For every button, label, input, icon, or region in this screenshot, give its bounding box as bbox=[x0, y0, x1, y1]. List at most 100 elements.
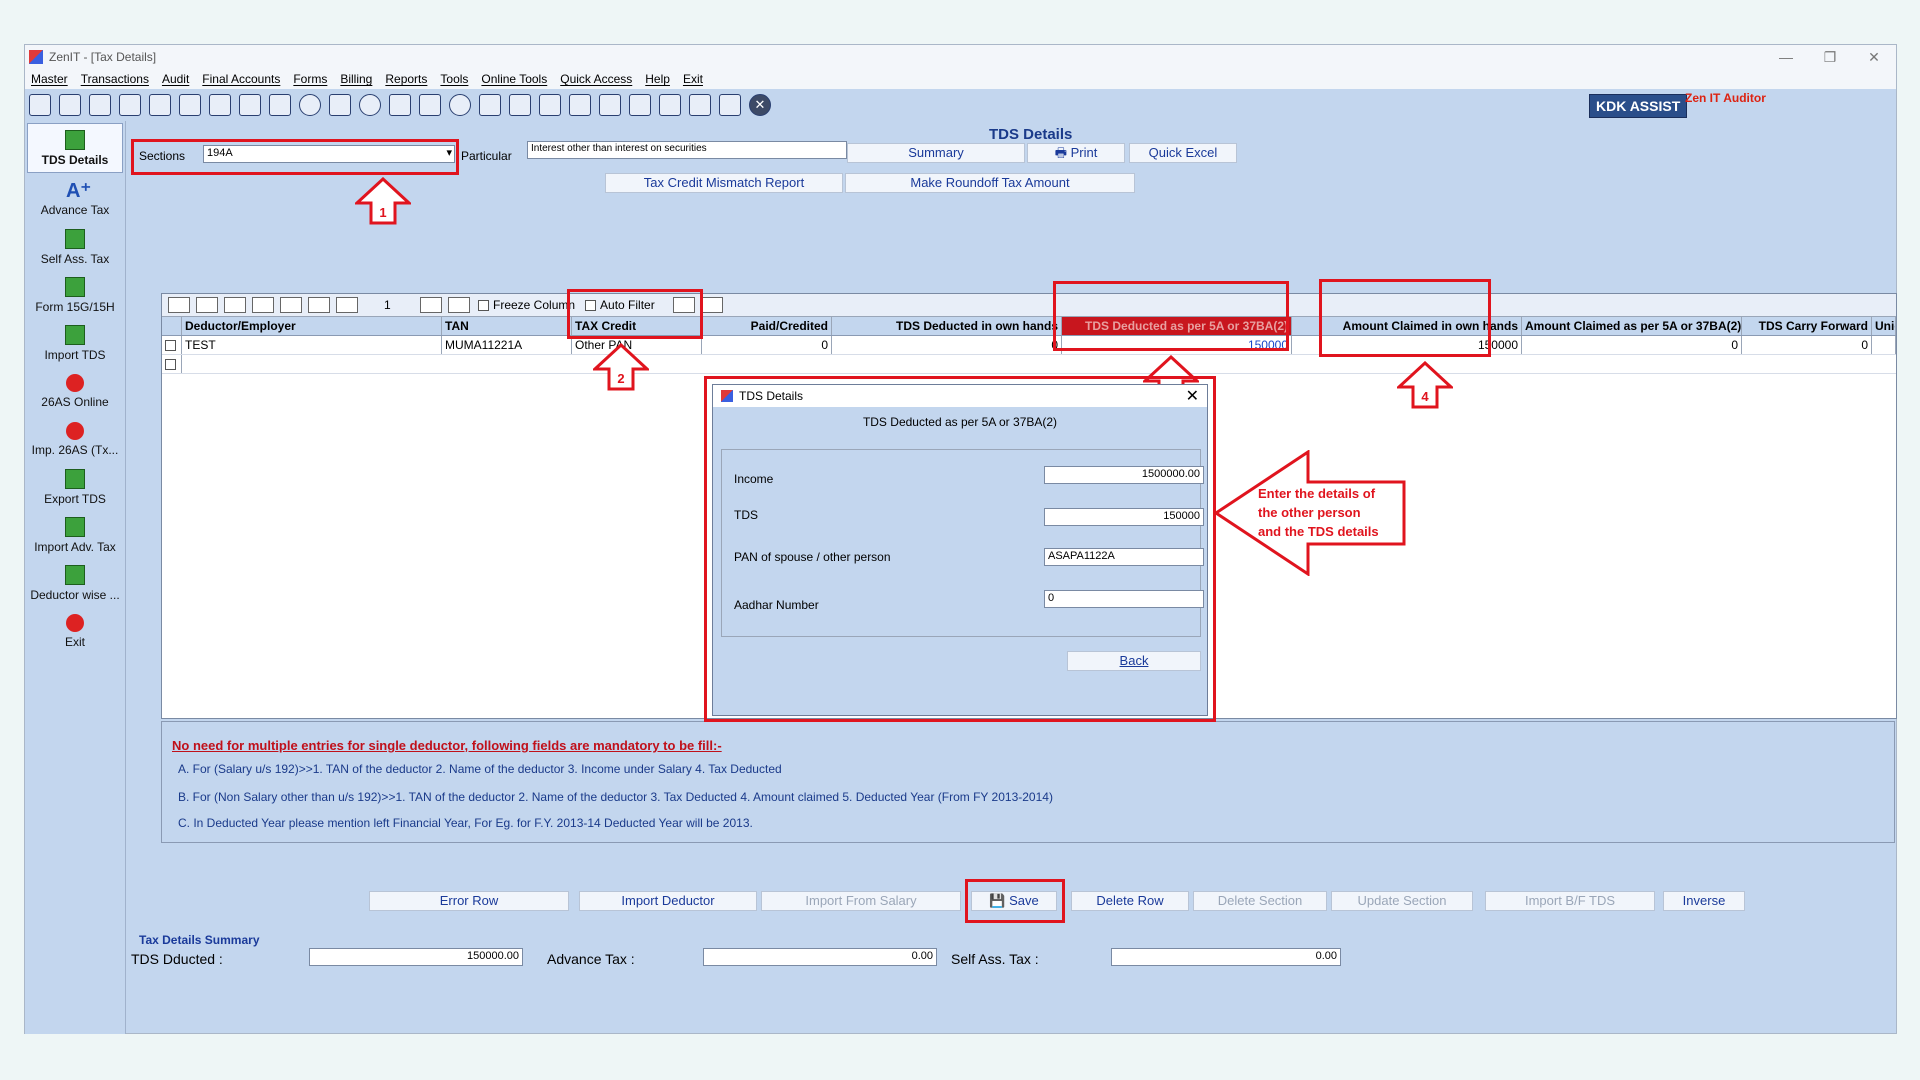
sidebar-item-exit[interactable]: Exit bbox=[25, 607, 125, 655]
toolbar-building-icon[interactable] bbox=[89, 94, 111, 116]
kdk-assist-button[interactable]: KDK ASSIST bbox=[1589, 94, 1688, 118]
chevron-down-icon[interactable]: ▾ bbox=[446, 146, 452, 159]
menu-tools[interactable]: Tools bbox=[440, 72, 468, 86]
toolbar-filter-icon[interactable] bbox=[239, 94, 261, 116]
close-button[interactable]: ✕ bbox=[1852, 49, 1896, 66]
sidebar-item-import-adv-tax[interactable]: Import Adv. Tax bbox=[25, 511, 125, 559]
toolbar-tools-icon[interactable] bbox=[209, 94, 231, 116]
grid-sort-icon[interactable] bbox=[280, 297, 302, 313]
toolbar-pay-icon[interactable] bbox=[389, 94, 411, 116]
sidebar-item-advance-tax[interactable]: A⁺ Advance Tax bbox=[25, 175, 125, 223]
toolbar-tax-icon[interactable] bbox=[269, 94, 291, 116]
cell-tan[interactable]: MUMA11221A bbox=[442, 336, 572, 354]
cell-tds-5a[interactable]: 150000 bbox=[1062, 336, 1292, 354]
menu-final-accounts[interactable]: Final Accounts bbox=[202, 72, 280, 86]
grid-first-icon[interactable] bbox=[308, 297, 330, 313]
delete-row-button[interactable]: Delete Row bbox=[1071, 891, 1189, 911]
toolbar-users-icon[interactable] bbox=[179, 94, 201, 116]
toolbar-close-icon[interactable]: ✕ bbox=[749, 94, 771, 116]
toolbar-calculator-icon[interactable] bbox=[329, 94, 351, 116]
table-row[interactable]: TEST MUMA11221A Other PAN 0 0 150000 150… bbox=[162, 336, 1896, 355]
sidebar-item-form-15g-15h[interactable]: Form 15G/15H bbox=[25, 271, 125, 319]
self-ass-tax-field[interactable]: 0.00 bbox=[1111, 948, 1341, 966]
error-row-button[interactable]: Error Row bbox=[369, 891, 569, 911]
sidebar-item-deductor-wise[interactable]: Deductor wise ... bbox=[25, 559, 125, 607]
freeze-column-checkbox[interactable] bbox=[478, 299, 489, 311]
cell-tds-own-hands[interactable]: 0 bbox=[832, 336, 1062, 354]
menu-audit[interactable]: Audit bbox=[162, 72, 189, 86]
menu-online-tools[interactable]: Online Tools bbox=[481, 72, 547, 86]
row-checkbox[interactable] bbox=[165, 340, 176, 352]
sidebar-item-imp-26as[interactable]: Imp. 26AS (Tx... bbox=[25, 415, 125, 463]
toolbar-bank-icon[interactable] bbox=[659, 94, 681, 116]
toolbar-form-icon[interactable] bbox=[719, 94, 741, 116]
toolbar-media-icon[interactable] bbox=[299, 94, 321, 116]
tds-deducted-field[interactable]: 150000.00 bbox=[309, 948, 523, 966]
toolbar-bs-icon[interactable] bbox=[629, 94, 651, 116]
header-tds-carry-forward[interactable]: TDS Carry Forward bbox=[1742, 317, 1872, 335]
toolbar-3cd-icon[interactable] bbox=[689, 94, 711, 116]
toolbar-chart-icon[interactable] bbox=[119, 94, 141, 116]
import-deductor-button[interactable]: Import Deductor bbox=[579, 891, 757, 911]
grid-print-icon[interactable] bbox=[224, 297, 246, 313]
sidebar-item-26as-online[interactable]: 26AS Online bbox=[25, 367, 125, 415]
header-tax-credit[interactable]: TAX Credit bbox=[572, 317, 702, 335]
make-roundoff-button[interactable]: Make Roundoff Tax Amount bbox=[845, 173, 1135, 193]
inverse-button[interactable]: Inverse bbox=[1663, 891, 1745, 911]
tax-credit-mismatch-button[interactable]: Tax Credit Mismatch Report bbox=[605, 173, 843, 193]
cell-deductor[interactable]: TEST bbox=[182, 336, 442, 354]
particular-field[interactable]: Interest other than interest on securiti… bbox=[527, 141, 847, 159]
menu-exit[interactable]: Exit bbox=[683, 72, 703, 86]
toolbar-shield-icon[interactable] bbox=[569, 94, 591, 116]
header-claimed-own[interactable]: Amount Claimed in own hands bbox=[1292, 317, 1522, 335]
cell-paid-credited[interactable]: 0 bbox=[702, 336, 832, 354]
cell-tds-carry-forward[interactable]: 0 bbox=[1742, 336, 1872, 354]
grid-prev-icon[interactable] bbox=[336, 297, 358, 313]
zen-it-auditor-link[interactable]: Zen IT Auditor bbox=[1685, 91, 1766, 105]
toolbar-book-icon[interactable] bbox=[419, 94, 441, 116]
header-tds-5a[interactable]: TDS Deducted as per 5A or 37BA(2) bbox=[1062, 317, 1292, 335]
grid-last-icon[interactable] bbox=[448, 297, 470, 313]
header-tds-own-hands[interactable]: TDS Deducted in own hands bbox=[832, 317, 1062, 335]
table-row-empty[interactable] bbox=[162, 355, 1896, 374]
menu-quick-access[interactable]: Quick Access bbox=[560, 72, 632, 86]
toolbar-info-icon[interactable] bbox=[449, 94, 471, 116]
print-button[interactable]: 🖶 Print bbox=[1027, 143, 1125, 163]
sidebar-item-self-ass-tax[interactable]: Self Ass. Tax bbox=[25, 223, 125, 271]
sections-select[interactable]: 194A ▾ bbox=[203, 145, 455, 163]
toolbar-calendar-icon[interactable] bbox=[539, 94, 561, 116]
header-paid-credited[interactable]: Paid/Credited bbox=[702, 317, 832, 335]
cell-claimed-5a[interactable]: 0 bbox=[1522, 336, 1742, 354]
grid-next-icon[interactable] bbox=[420, 297, 442, 313]
grid-tool-icon[interactable] bbox=[168, 297, 190, 313]
quick-excel-button[interactable]: Quick Excel bbox=[1129, 143, 1237, 163]
grid-user-icon[interactable] bbox=[700, 297, 723, 313]
header-deductor[interactable]: Deductor/Employer bbox=[182, 317, 442, 335]
sidebar-item-import-tds[interactable]: Import TDS bbox=[25, 319, 125, 367]
menu-reports[interactable]: Reports bbox=[385, 72, 427, 86]
header-tan[interactable]: TAN bbox=[442, 317, 572, 335]
toolbar-pie-icon[interactable] bbox=[359, 94, 381, 116]
sidebar-item-export-tds[interactable]: Export TDS bbox=[25, 463, 125, 511]
summary-button[interactable]: Summary bbox=[847, 143, 1025, 163]
save-button[interactable]: 💾 Save bbox=[971, 891, 1057, 911]
toolbar-report-icon[interactable] bbox=[479, 94, 501, 116]
minimize-button[interactable]: — bbox=[1764, 49, 1808, 66]
menu-transactions[interactable]: Transactions bbox=[81, 72, 149, 86]
toolbar-gift-icon[interactable] bbox=[149, 94, 171, 116]
dialog-close-icon[interactable]: ✕ bbox=[1186, 386, 1199, 406]
grid-find-icon[interactable] bbox=[672, 297, 695, 313]
pan-input[interactable]: ASAPA1122A bbox=[1044, 548, 1204, 566]
toolbar-open-icon[interactable] bbox=[29, 94, 51, 116]
toolbar-sync-icon[interactable] bbox=[599, 94, 621, 116]
tds-input[interactable]: 150000 bbox=[1044, 508, 1204, 526]
income-input[interactable]: 1500000.00 bbox=[1044, 466, 1204, 484]
toolbar-export-icon[interactable] bbox=[509, 94, 531, 116]
menu-help[interactable]: Help bbox=[645, 72, 670, 86]
cell-unic[interactable] bbox=[1872, 336, 1896, 354]
toolbar-home-icon[interactable] bbox=[59, 94, 81, 116]
restore-button[interactable]: ❐ bbox=[1808, 49, 1852, 66]
header-claimed-5a[interactable]: Amount Claimed as per 5A or 37BA(2) bbox=[1522, 317, 1742, 335]
menu-master[interactable]: Master bbox=[31, 72, 68, 86]
advance-tax-field[interactable]: 0.00 bbox=[703, 948, 937, 966]
